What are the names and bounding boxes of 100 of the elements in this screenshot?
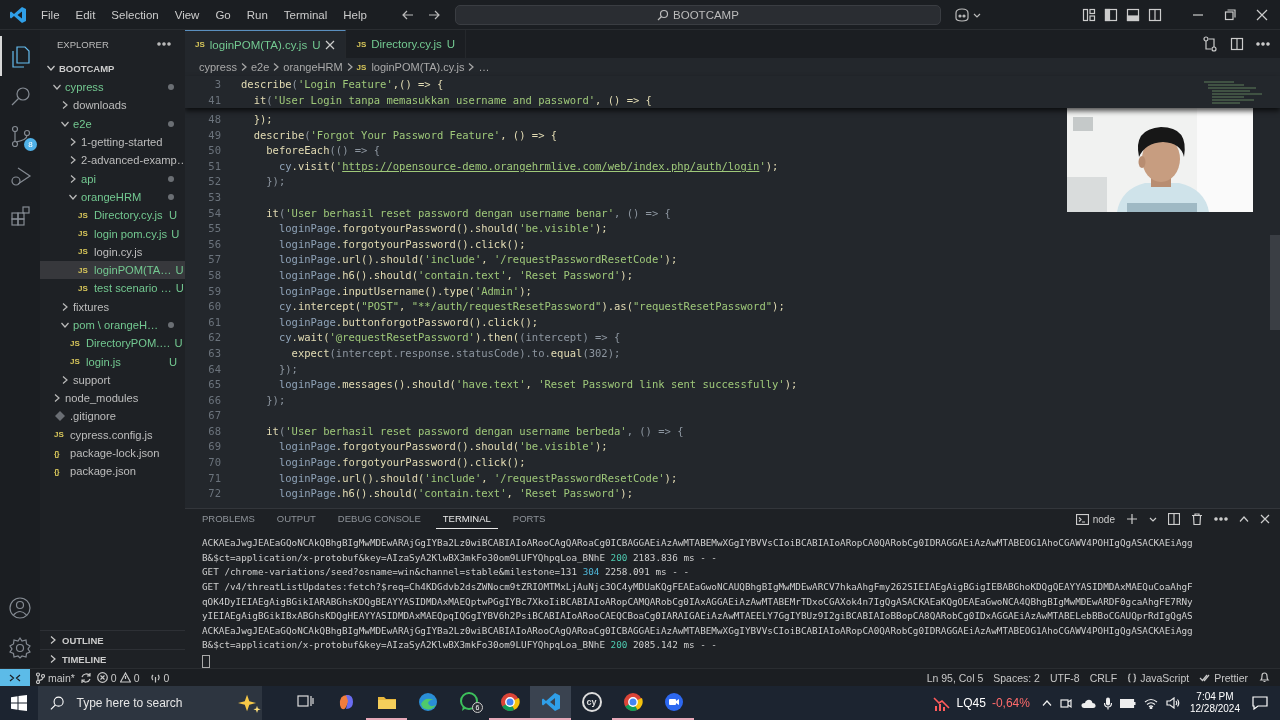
terminal-line: qOK4DyIEIAEgAigBGikIARABGhsKDQgBEAYYASIDMDAxMAEQptwPGgIYBc7XkoIiBCABIAIoARopCAMQARobCg0IAxAGGAEiAzAwMTABEMrTDxoCGAXok4n7IgQgASACKAEaKQgOEAEaGwoNCA4QBhgBIgMwMDEwARDF0gcaAhgFE7RNy bbox=[202, 594, 1194, 609]
code-line: loginPage.buttonforgotPassword().click(); bbox=[277, 314, 539, 330]
command-center[interactable]: BOOTCAMP bbox=[454, 4, 941, 25]
tree-item[interactable]: JS loginPOM(TA… U bbox=[40, 260, 185, 280]
branch-item[interactable]: main* bbox=[30, 671, 80, 684]
status-item[interactable]: Ln 95, Col 5 bbox=[921, 671, 989, 684]
breadcrumb-item[interactable]: cypress bbox=[199, 61, 237, 73]
status-item[interactable]: Spaces: 2 bbox=[988, 671, 1045, 684]
code-line: cy.visit('https://opensource-demo.orangehrmlive.com/web/index.php/auth/login'); bbox=[277, 158, 779, 174]
git-status-label: U bbox=[312, 38, 321, 51]
tree-item[interactable]: {} package.json bbox=[40, 462, 185, 481]
tree-item[interactable]: JS login.js U bbox=[40, 352, 185, 371]
terminal-name[interactable]: node bbox=[1092, 513, 1115, 525]
tree-item[interactable]: api bbox=[40, 169, 185, 188]
js-file-icon: JS bbox=[70, 338, 83, 348]
line-number: 59 bbox=[207, 283, 221, 299]
menu-item[interactable]: Help bbox=[335, 0, 375, 30]
line-number: 60 bbox=[207, 299, 221, 315]
search-box[interactable]: Type here to search bbox=[38, 686, 262, 720]
js-file-icon: JS bbox=[78, 229, 91, 238]
code-line: loginPage.messages().should('have.text', 'Reset Password link sent successfully'); bbox=[277, 377, 798, 393]
menu-item[interactable]: View bbox=[166, 0, 208, 30]
line-number: 52 bbox=[207, 174, 221, 190]
breadcrumb-item[interactable]: … bbox=[478, 61, 490, 73]
js-file-icon: JS bbox=[195, 40, 205, 49]
line-number: 49 bbox=[207, 127, 221, 143]
panel-tab[interactable]: PROBLEMS bbox=[195, 509, 262, 530]
json-file-icon: {} bbox=[54, 466, 67, 476]
breadcrumb-item[interactable]: orangeHRM bbox=[283, 61, 343, 73]
js-file-icon: JS bbox=[78, 283, 91, 293]
tree-item[interactable]: e2e bbox=[40, 114, 185, 133]
ports-item[interactable]: 0 bbox=[144, 671, 175, 684]
tree-item[interactable]: JS cypress.config.js bbox=[40, 425, 185, 444]
code-line: loginPage.forgotyourPassword().should('be.visible'); bbox=[277, 439, 608, 455]
line-number: 50 bbox=[207, 143, 221, 159]
tree-item[interactable]: .gitignore bbox=[40, 407, 185, 426]
code-line: }); bbox=[252, 112, 273, 127]
menu-item[interactable]: Edit bbox=[67, 0, 104, 30]
tree-item[interactable]: node_modules bbox=[40, 389, 185, 408]
tree-item[interactable]: pom \ orangeH… bbox=[40, 315, 185, 335]
menu-item[interactable]: Terminal bbox=[275, 0, 336, 30]
code-line: cy.wait('@requestResetPassword').then((intercept) => { bbox=[277, 330, 621, 346]
js-file-icon: JS bbox=[78, 247, 91, 257]
breadcrumb-item[interactable]: loginPOM(TA).cy.js bbox=[371, 61, 465, 73]
language-item[interactable]: JavaScript bbox=[1122, 671, 1195, 684]
tree-item[interactable]: {} package-lock.json bbox=[40, 443, 185, 463]
breadcrumb-item[interactable]: e2e bbox=[250, 61, 270, 73]
git-status-label: U bbox=[446, 38, 456, 50]
git-status-label: U bbox=[168, 355, 177, 368]
tree-item[interactable]: downloads bbox=[40, 96, 185, 115]
line-number: 56 bbox=[207, 236, 221, 252]
tree-item[interactable]: JS DirectoryPOM.… U bbox=[40, 334, 185, 353]
panel-tab[interactable]: OUTPUT bbox=[269, 509, 323, 530]
line-number: 67 bbox=[207, 408, 221, 424]
line-number: 55 bbox=[207, 221, 221, 237]
stock-widget[interactable]: LQ45 -0,64% bbox=[932, 695, 1030, 711]
code-line: loginPage.inputUsername().type('Admin'); bbox=[277, 283, 532, 299]
code-line: loginPage.h6().should('contain.text', 'Reset Password'); bbox=[277, 486, 633, 502]
count-badge: 8 bbox=[24, 138, 37, 151]
line-number: 64 bbox=[207, 361, 221, 377]
tree-item[interactable]: cypress bbox=[40, 78, 185, 97]
menu-item[interactable]: Go bbox=[207, 0, 239, 30]
line-number: 41 bbox=[207, 93, 221, 108]
js-file-icon: JS bbox=[54, 430, 67, 440]
formatter-item[interactable]: Prettier bbox=[1194, 671, 1253, 684]
search-field[interactable]: Type here to search bbox=[74, 695, 229, 711]
git-status-label: U bbox=[175, 282, 184, 295]
line-number: 69 bbox=[207, 439, 221, 455]
menu-item[interactable]: Selection bbox=[103, 0, 167, 30]
problems-item[interactable]: 0 0 bbox=[91, 671, 145, 684]
status-item[interactable]: UTF-8 bbox=[1044, 671, 1085, 684]
git-status-label: U bbox=[171, 227, 180, 240]
tree-item[interactable]: JS Directory.cy.js U bbox=[40, 206, 185, 225]
code-line: loginPage.forgotyourPassword().click(); bbox=[277, 236, 526, 252]
tree-item[interactable]: 1-getting-started bbox=[40, 132, 185, 152]
code-line: it('User Login tanpa memasukkan username and password', () => { bbox=[252, 93, 652, 108]
tree-item[interactable]: orangeHRM bbox=[40, 187, 185, 207]
terminal-line: ACKAEaJwgJEAEaGQoNCAkQBhgBIgMwMDEwARAjGgIYBa2Lz0wiBCABIAIoARooCAgQARoaCg0ICBAGGAEiAzAwMTABEMwXGgIYBVVsCIoiBCABIAIoARopCA0QARobCg0IDRAGGAEiAzAwMTABEOG1AhoCGAWV4POHIgQgASACKAEiAgg bbox=[202, 623, 1194, 638]
terminal-line: B&$ct=application/x-protobuf&key=AIzaSyA2KlwBX3mkFo30om9LUFYQhpqLoa_BNhE 200 2183.836 ms - - bbox=[202, 550, 718, 565]
clock[interactable]: 7:04 PM 12/28/2024 bbox=[1189, 691, 1240, 715]
tree-item[interactable]: fixtures bbox=[40, 297, 185, 316]
terminal-line: yIEIAEgAigBGikIBxABGhsKDQgHEAYYASIDMDAxMAEQpqIQGgIYBV6h2PsiBCABIAIoARooCAEQCBoaCg0IARAIGAEiAzAwMTAEELY7GgIYBUz9I2giBCABIAIoBBopCA8QARobCg0IDxAGGAEiAzAwMTABELebBBoCGAUQprRdIgQgAS bbox=[202, 609, 1194, 624]
menu-item[interactable]: Run bbox=[238, 0, 276, 30]
tree-item[interactable]: JS login.cy.js bbox=[40, 242, 185, 261]
editor-tab[interactable]: JS loginPOM(TA).cy.js U bbox=[185, 30, 347, 58]
code-line: describe('Login Feature',() => { bbox=[241, 77, 444, 92]
json-file-icon: {} bbox=[54, 448, 67, 458]
js-file-icon: JS bbox=[78, 210, 91, 220]
taskbar-button[interactable]: cy bbox=[571, 686, 612, 720]
panel-tab[interactable]: TERMINAL bbox=[435, 509, 498, 530]
code-line: loginPage.h6().should('contain.text', 'Reset Password'); bbox=[277, 267, 633, 283]
tree-item[interactable]: 2-advanced-examp… bbox=[40, 151, 185, 170]
panel-tab[interactable]: DEBUG CONSOLE bbox=[330, 509, 428, 530]
tree-item[interactable]: support bbox=[40, 370, 185, 390]
folder-header[interactable]: BOOTCAMP bbox=[40, 58, 185, 78]
status-item[interactable]: CRLF bbox=[1084, 671, 1123, 684]
menu-item[interactable]: File bbox=[33, 0, 68, 30]
tree-item[interactable]: JS test scenario … U bbox=[40, 279, 185, 298]
panel-tab[interactable]: PORTS bbox=[505, 509, 553, 530]
tree-item[interactable]: JS login pom.cy.js U bbox=[40, 224, 185, 243]
